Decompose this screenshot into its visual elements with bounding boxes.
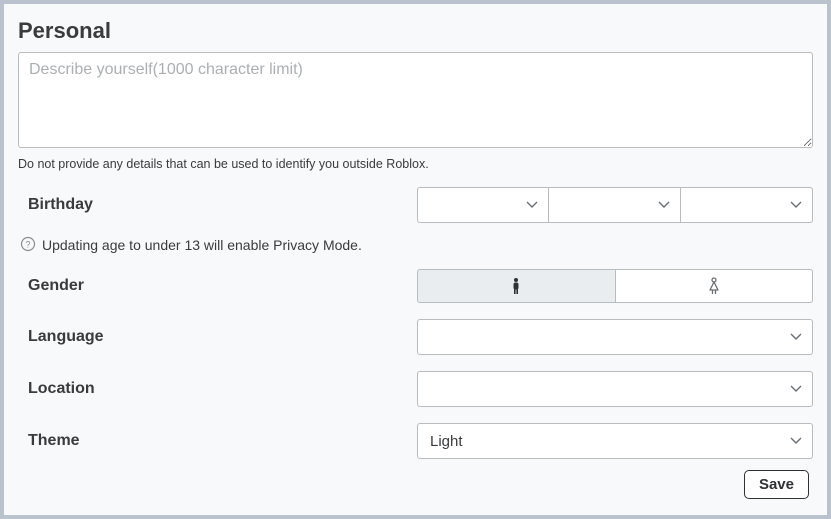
location-select[interactable] [417, 371, 813, 407]
chevron-down-icon [790, 201, 802, 209]
female-icon [707, 277, 721, 295]
birthday-controls [417, 187, 813, 223]
save-row: Save [744, 470, 809, 499]
label-language: Language [18, 328, 417, 346]
language-select[interactable] [417, 319, 813, 355]
personal-settings-panel: Personal Do not provide any details that… [4, 4, 827, 515]
chevron-down-icon [790, 333, 802, 341]
birthday-notice: ? Updating age to under 13 will enable P… [18, 237, 813, 253]
row-theme: Theme Light [18, 423, 813, 459]
chevron-down-icon [658, 201, 670, 209]
bio-helper-text: Do not provide any details that can be u… [18, 157, 813, 171]
birthday-year-select[interactable] [681, 187, 813, 223]
section-title-personal: Personal [18, 18, 813, 44]
theme-value: Light [430, 433, 463, 450]
gender-female-button[interactable] [616, 269, 814, 303]
label-gender: Gender [18, 277, 417, 295]
male-icon [510, 277, 522, 295]
row-location: Location [18, 371, 813, 407]
svg-text:?: ? [25, 240, 30, 250]
birthday-day-select[interactable] [549, 187, 681, 223]
chevron-down-icon [790, 437, 802, 445]
save-button[interactable]: Save [744, 470, 809, 499]
gender-male-button[interactable] [417, 269, 616, 303]
label-location: Location [18, 380, 417, 398]
row-gender: Gender [18, 269, 813, 303]
info-icon: ? [20, 236, 36, 252]
row-language: Language [18, 319, 813, 355]
chevron-down-icon [790, 385, 802, 393]
bio-textarea[interactable] [18, 52, 813, 148]
birthday-notice-text: Updating age to under 13 will enable Pri… [42, 237, 362, 253]
chevron-down-icon [526, 201, 538, 209]
gender-toggle-group [417, 269, 813, 303]
theme-select[interactable]: Light [417, 423, 813, 459]
label-birthday: Birthday [18, 196, 417, 214]
birthday-month-select[interactable] [417, 187, 549, 223]
label-theme: Theme [18, 432, 417, 450]
row-birthday: Birthday [18, 187, 813, 223]
